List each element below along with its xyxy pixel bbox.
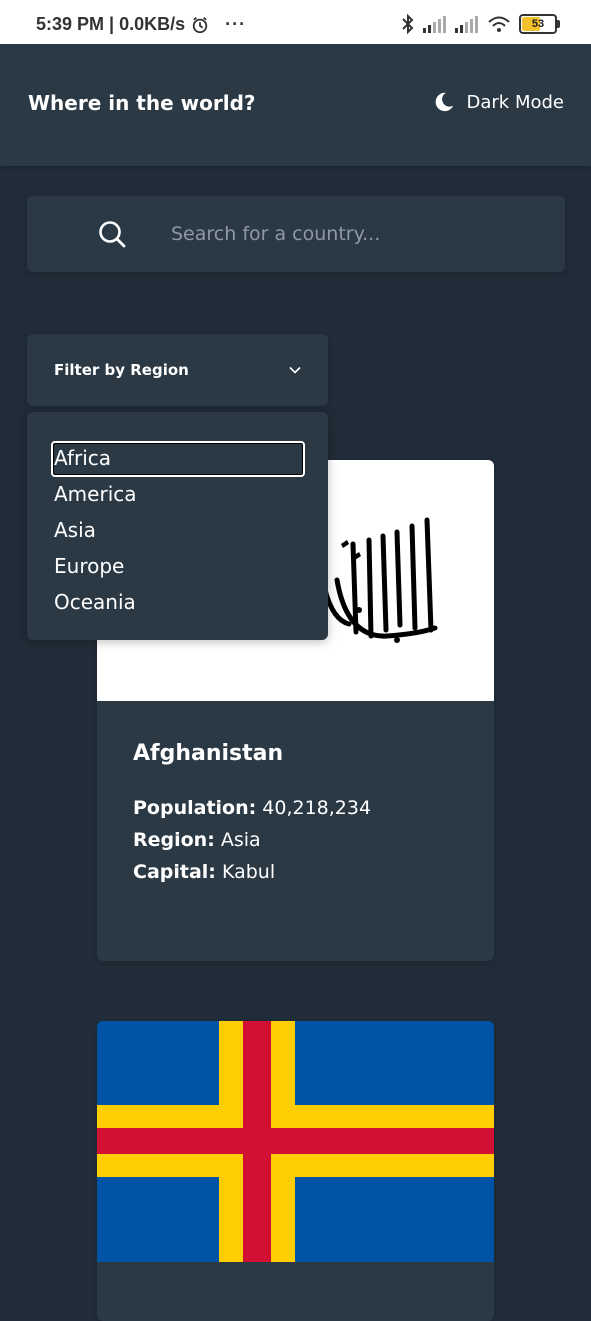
region-option-africa[interactable]: Africa bbox=[27, 440, 328, 477]
signal-icon-2 bbox=[455, 16, 478, 33]
capital-value: Kabul bbox=[221, 861, 276, 883]
region-options: Africa America Asia Europe Oceania bbox=[27, 412, 328, 620]
status-bar: 5:39 PM | 0.0KB/s ··· 53 bbox=[0, 0, 591, 44]
status-time-network: 5:39 PM | 0.0KB/s bbox=[36, 14, 186, 34]
search-box[interactable] bbox=[27, 196, 565, 272]
app-title: Where in the world? bbox=[28, 91, 256, 115]
dark-mode-toggle[interactable]: Dark Mode bbox=[433, 91, 564, 113]
region-option-oceania[interactable]: Oceania bbox=[27, 584, 328, 620]
region-dropdown: Africa America Asia Europe Oceania bbox=[27, 412, 328, 640]
filter-label: Filter by Region bbox=[54, 361, 189, 379]
country-name: Afghanistan bbox=[133, 741, 284, 766]
region-option-asia[interactable]: Asia bbox=[27, 512, 328, 548]
search-icon bbox=[99, 221, 126, 248]
region-filter[interactable]: Filter by Region bbox=[27, 334, 328, 406]
region-value: Asia bbox=[220, 829, 261, 851]
status-right: 53 bbox=[401, 14, 560, 34]
region-option-europe[interactable]: Europe bbox=[27, 548, 328, 584]
aland-flag bbox=[97, 1021, 494, 1262]
moon-icon bbox=[435, 92, 453, 112]
population-value: 40,218,234 bbox=[262, 797, 372, 819]
country-card-aland[interactable] bbox=[97, 1021, 494, 1321]
region-option-america[interactable]: America bbox=[27, 476, 328, 512]
dark-mode-label: Dark Mode bbox=[466, 91, 564, 113]
status-left: 5:39 PM | 0.0KB/s ··· bbox=[36, 14, 246, 35]
population-line: Population: 40,218,234 bbox=[133, 792, 458, 824]
region-line: Region: Asia bbox=[133, 824, 458, 856]
region-label: Region: bbox=[133, 829, 215, 851]
battery-level: 53 bbox=[531, 18, 545, 30]
population-label: Population: bbox=[133, 797, 257, 819]
card-body: Afghanistan Population: 40,218,234 Regio… bbox=[97, 701, 494, 888]
capital-line: Capital: Kabul bbox=[133, 856, 458, 888]
bluetooth-icon bbox=[402, 14, 414, 34]
chevron-down-icon bbox=[289, 366, 301, 374]
battery-icon: 53 bbox=[519, 14, 560, 34]
search-input[interactable] bbox=[169, 222, 553, 246]
app-header: Where in the world? Dark Mode bbox=[0, 44, 591, 166]
more-dots: ··· bbox=[225, 14, 247, 34]
alarm-icon bbox=[192, 16, 208, 33]
wifi-icon bbox=[488, 16, 510, 32]
capital-label: Capital: bbox=[133, 861, 216, 883]
signal-icon bbox=[423, 16, 446, 33]
